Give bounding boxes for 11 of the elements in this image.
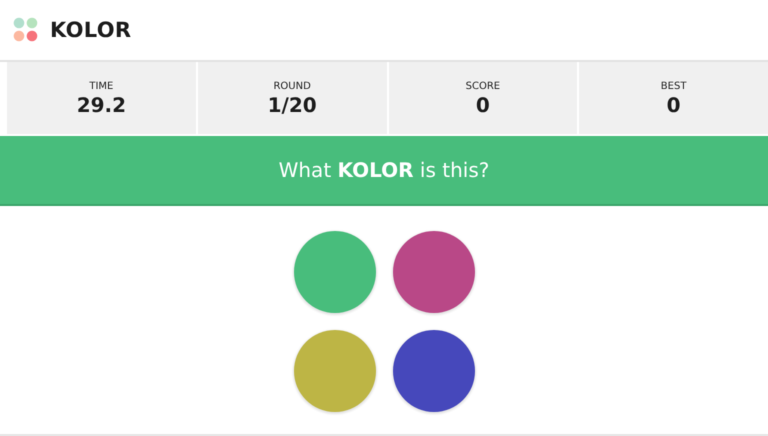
stat-value: 29.2	[76, 93, 126, 117]
logo-icon	[13, 17, 39, 43]
stat-label: TIME	[89, 81, 114, 92]
app-title: KOLOR	[50, 18, 132, 42]
stat-label: ROUND	[273, 81, 311, 92]
stat-value: 0	[476, 93, 490, 117]
stat-value: 1/20	[268, 93, 317, 117]
stat-value: 0	[666, 93, 681, 117]
question-text: What KOLOR is this?	[278, 158, 490, 182]
stat-label: BEST	[660, 81, 686, 92]
stat-label: SCORE	[466, 81, 500, 92]
